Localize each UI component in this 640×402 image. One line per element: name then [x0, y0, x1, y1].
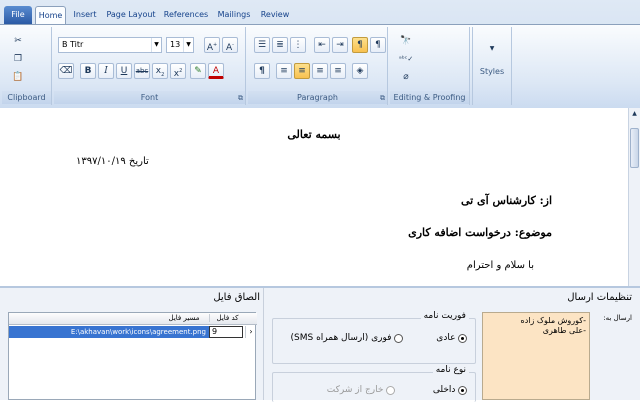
ribbon: File Home Insert Page Layout References …	[0, 0, 640, 108]
doc-date: تاریخ ۱۳۹۷/۱۰/۱۹	[76, 156, 149, 167]
copy-icon[interactable]: ❐	[10, 51, 26, 67]
clipboard-group: ✂ ❐ 📋 Clipboard	[2, 27, 52, 105]
bold-icon[interactable]: B	[80, 63, 96, 79]
tab-home[interactable]: Home	[35, 6, 66, 24]
row-selector-icon[interactable]: ›	[245, 326, 256, 338]
increase-indent-icon[interactable]: ⇥	[332, 37, 348, 53]
radio-icon[interactable]	[394, 333, 403, 343]
doc-subject: موضوع: درخواست اضافه کاری	[408, 226, 552, 239]
font-name-value: B Titr	[62, 40, 84, 49]
tab-mailings[interactable]: Mailings	[214, 6, 254, 24]
tab-insert[interactable]: Insert	[70, 6, 100, 24]
attach-title: الصاق فایل	[213, 292, 260, 303]
urgency-title: فوریت نامه	[420, 311, 469, 321]
chevron-down-icon: ▼	[489, 45, 495, 52]
shading-icon[interactable]: ◈	[352, 63, 368, 79]
eraser-icon[interactable]: ⌀	[398, 69, 414, 85]
styles-label: Styles	[479, 67, 505, 76]
type-external-option[interactable]: خارج از شرکت	[327, 385, 395, 395]
chevron-down-icon: ▼	[151, 38, 161, 52]
urgency-sms-option[interactable]: فوری (ارسال همراه SMS)	[290, 333, 403, 343]
tab-file[interactable]: File	[4, 6, 32, 24]
highlight-icon[interactable]: ✎	[190, 63, 206, 79]
type-internal-option[interactable]: داخلی	[433, 385, 467, 395]
col-header-code[interactable]: کد فایل	[209, 314, 245, 322]
type-internal-label: داخلی	[432, 385, 456, 395]
font-group: B Titr ▼ 13 ▼ A+ A- ⌫ B I U abc x2 x2 ✎ A …	[54, 27, 246, 105]
underline-icon[interactable]: U	[116, 63, 132, 79]
doc-greeting: با سلام و احترام	[466, 260, 534, 271]
tab-review[interactable]: Review	[258, 6, 292, 24]
font-dialog-launcher-icon[interactable]: ⧉	[238, 94, 243, 103]
bullets-icon[interactable]: ☰	[254, 37, 270, 53]
ribbon-tabs: File Home Insert Page Layout References …	[0, 4, 640, 24]
type-external-label: خارج از شرکت	[326, 385, 384, 395]
tab-references[interactable]: References	[162, 6, 210, 24]
col-header-path[interactable]: مسیر فایل	[164, 314, 204, 322]
paste-icon[interactable]: 📋	[10, 69, 26, 85]
ltr-direction-icon[interactable]: ¶	[370, 37, 386, 53]
scroll-up-icon[interactable]: ▲	[629, 110, 640, 117]
editing-group: 🔭 ᵃᵇᶜ✓ ⌀ Editing & Proofing	[390, 27, 470, 105]
align-center-icon[interactable]: ≡	[294, 63, 310, 79]
type-fieldset: نوع نامه داخلی خارج از شرکت	[272, 365, 476, 402]
urgency-sms-label: فوری (ارسال همراه SMS)	[290, 333, 392, 343]
radio-selected-icon[interactable]	[458, 385, 467, 395]
font-label: Font	[54, 91, 245, 104]
recipients-box[interactable]: -کوروش ملوک زاده -علی طاهری	[482, 312, 590, 400]
superscript-icon[interactable]: x2	[170, 63, 186, 79]
attach-panel: الصاق فایل مسیر فایل کد فایل E:\akhavan\…	[0, 288, 264, 400]
send-to-label: ارسال به:	[603, 314, 632, 322]
attach-grid[interactable]: مسیر فایل کد فایل E:\akhavan\work\icons\…	[8, 312, 257, 400]
scroll-thumb[interactable]	[630, 128, 639, 168]
paragraph-group: ☰ ≣ ⋮ ⇤ ⇥ ¶ ¶ ¶ ≡ ≡ ≡ ≡ ◈ Paragraph ⧉	[248, 27, 388, 105]
font-size-value: 13	[170, 40, 181, 49]
align-right-icon[interactable]: ≡	[312, 63, 328, 79]
editing-label: Editing & Proofing	[390, 91, 469, 104]
document-editor[interactable]: بسمه تعالی تاریخ ۱۳۹۷/۱۰/۱۹ از: کارشناس …	[0, 108, 628, 286]
send-title: تنظیمات ارسال	[567, 292, 632, 303]
doc-from: از: کارشناس آی تی	[460, 194, 552, 207]
find-icon[interactable]: 🔭	[398, 33, 414, 49]
decrease-indent-icon[interactable]: ⇤	[314, 37, 330, 53]
font-color-icon[interactable]: A	[208, 63, 224, 79]
strikethrough-icon[interactable]: abc	[134, 63, 150, 79]
table-row[interactable]: E:\akhavan\work\icons\agreement.png	[9, 326, 209, 338]
row-code-cell[interactable]: 9	[209, 326, 243, 338]
numbering-icon[interactable]: ≣	[272, 37, 288, 53]
grow-font-icon[interactable]: A+	[204, 37, 220, 53]
radio-disabled-icon	[386, 385, 395, 395]
italic-icon[interactable]: I	[98, 63, 114, 79]
font-size-combo[interactable]: 13 ▼	[166, 37, 194, 53]
urgency-normal-label: عادی	[436, 333, 456, 343]
align-left-icon[interactable]: ≡	[276, 63, 292, 79]
clear-format-icon[interactable]: ⌫	[58, 63, 74, 79]
font-name-combo[interactable]: B Titr ▼	[58, 37, 162, 53]
type-title: نوع نامه	[432, 365, 469, 375]
justify-icon[interactable]: ≡	[330, 63, 346, 79]
paragraph-label: Paragraph	[248, 91, 387, 104]
paragraph-dialog-launcher-icon[interactable]: ⧉	[380, 94, 385, 103]
multilevel-list-icon[interactable]: ⋮	[290, 37, 306, 53]
doc-heading: بسمه تعالی	[287, 128, 341, 141]
urgency-normal-option[interactable]: عادی	[436, 333, 467, 343]
cut-icon[interactable]: ✂	[10, 33, 26, 49]
radio-selected-icon[interactable]	[458, 333, 467, 343]
tab-page-layout[interactable]: Page Layout	[104, 6, 158, 24]
chevron-down-icon: ▼	[183, 38, 193, 52]
bottom-panel: الصاق فایل مسیر فایل کد فایل E:\akhavan\…	[0, 288, 640, 402]
spelling-icon[interactable]: ᵃᵇᶜ✓	[398, 51, 414, 67]
document-scrollbar[interactable]: ▲	[628, 108, 640, 286]
send-panel: تنظیمات ارسال ارسال به: -کوروش ملوک زاده…	[266, 288, 640, 402]
show-marks-icon[interactable]: ¶	[254, 63, 270, 79]
rtl-direction-icon[interactable]: ¶	[352, 37, 368, 53]
clipboard-label: Clipboard	[2, 91, 51, 104]
shrink-font-icon[interactable]: A-	[222, 37, 238, 53]
urgency-fieldset: فوریت نامه عادی فوری (ارسال همراه SMS)	[272, 311, 476, 364]
styles-group[interactable]: ▼ Styles	[472, 27, 512, 105]
subscript-icon[interactable]: x2	[152, 63, 168, 79]
ribbon-panel: ✂ ❐ 📋 Clipboard B Titr ▼ 13 ▼ A+ A- ⌫ B I …	[0, 24, 640, 108]
